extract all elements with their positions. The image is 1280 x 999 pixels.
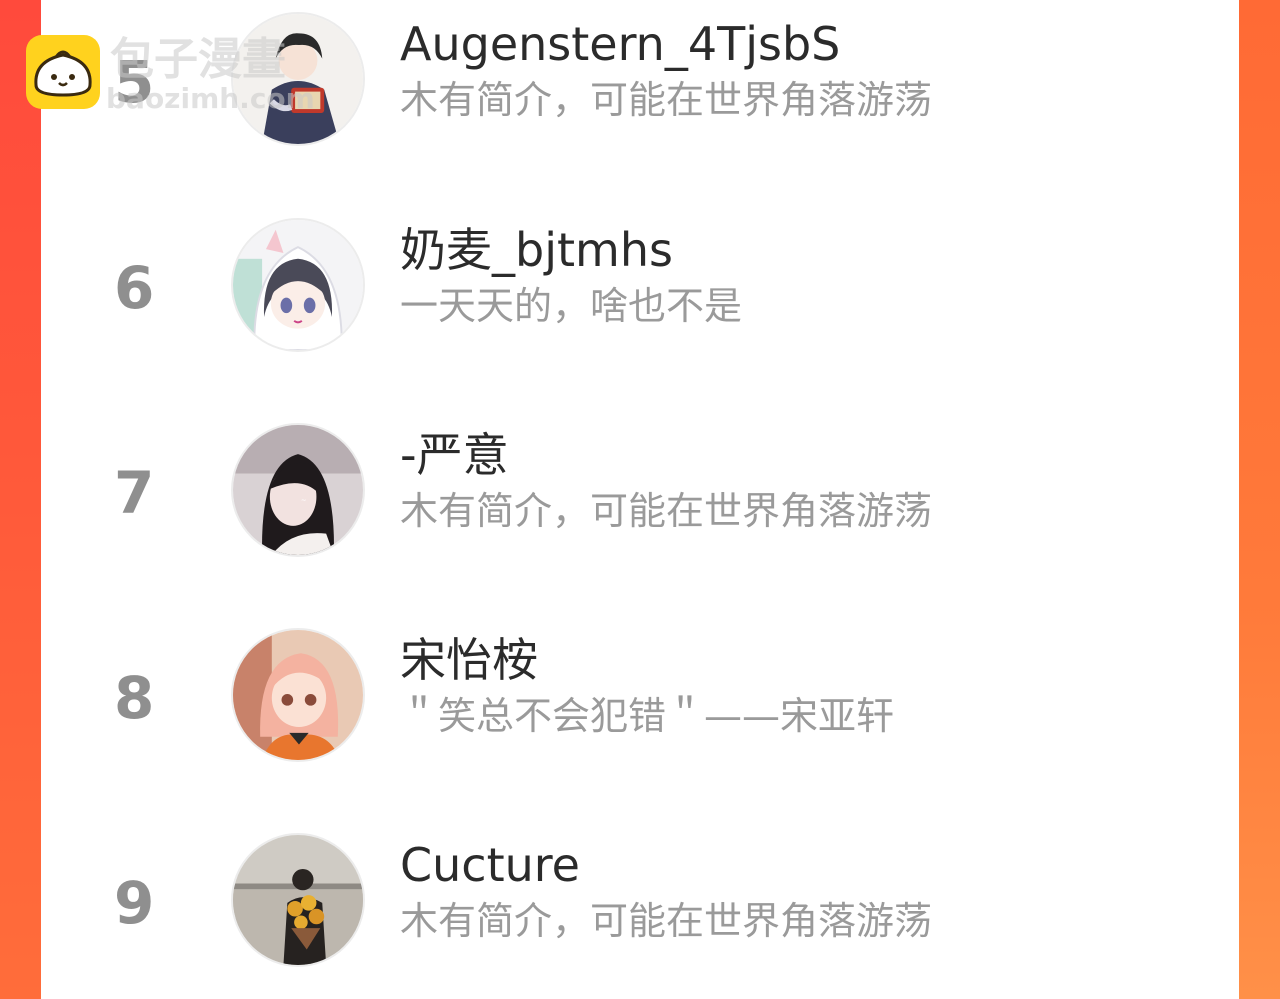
- rank-number: 9: [114, 869, 155, 937]
- rank-number: 6: [114, 254, 155, 322]
- rank-number: 7: [114, 459, 155, 527]
- baozi-logo-icon: [26, 35, 100, 109]
- watermark-domain: baozimh.com: [106, 82, 315, 115]
- list-item[interactable]: 7 ~ -严意 木有简介，可能在世界角落游荡: [41, 423, 1239, 563]
- user-name[interactable]: -严意: [400, 427, 509, 483]
- avatar[interactable]: [231, 628, 365, 762]
- user-bio: 木有简介，可能在世界角落游荡: [400, 899, 933, 943]
- user-name[interactable]: Cucture: [400, 837, 580, 893]
- user-bio: 木有简介，可能在世界角落游荡: [400, 489, 933, 533]
- user-bio: ＂笑总不会犯错＂——宋亚轩: [400, 694, 895, 738]
- right-background-strip: [1239, 0, 1280, 999]
- list-item[interactable]: 6 奶麦_bjtmhs 一天天的，啥也不是: [41, 218, 1239, 358]
- avatar[interactable]: [231, 833, 365, 967]
- user-bio: 木有简介，可能在世界角落游荡: [400, 78, 933, 122]
- avatar[interactable]: ~: [231, 423, 365, 557]
- svg-text:~: ~: [301, 497, 307, 505]
- user-name[interactable]: 奶麦_bjtmhs: [400, 222, 673, 278]
- list-item[interactable]: 8 宋怡桉 ＂笑总不会犯错＂——宋亚轩: [41, 628, 1239, 768]
- user-name[interactable]: 宋怡桉: [400, 632, 538, 688]
- rank-number: 8: [114, 664, 155, 732]
- list-item[interactable]: 9 Cucture 木有简介，可能在世界角落游荡: [41, 833, 1239, 973]
- user-bio: 一天天的，啥也不是: [400, 284, 743, 328]
- watermark-brand: 包子漫畫: [110, 34, 286, 85]
- ranking-list-panel: 5 Augenstern_4TjsbS 木有简介，可能在世界角落游荡 6 奶麦_…: [41, 0, 1239, 999]
- avatar[interactable]: [231, 218, 365, 352]
- user-name[interactable]: Augenstern_4TjsbS: [400, 16, 840, 72]
